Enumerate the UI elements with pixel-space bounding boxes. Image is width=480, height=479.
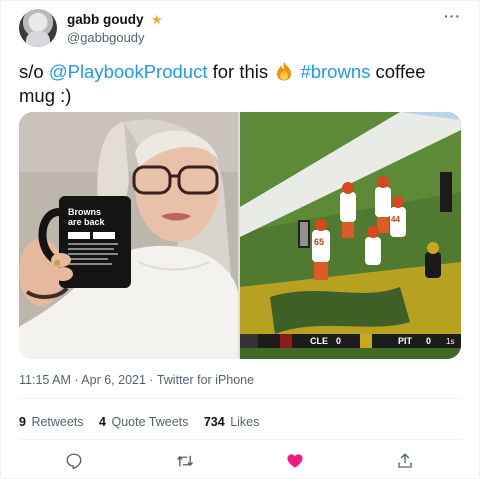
svg-text:are back: are back xyxy=(68,217,106,227)
share-button[interactable] xyxy=(391,447,419,475)
tweet-text: s/o @PlaybookProduct for this #browns co… xyxy=(19,60,464,108)
svg-text:1s: 1s xyxy=(446,337,454,346)
author-names: gabb goudy ★ @gabbgoudy xyxy=(67,11,163,46)
tweet-actions xyxy=(1,447,479,475)
retweet-button[interactable] xyxy=(171,447,199,475)
reply-button[interactable] xyxy=(60,447,88,475)
avatar[interactable] xyxy=(19,9,57,47)
display-name[interactable]: gabb goudy xyxy=(67,11,144,29)
likes-stat[interactable]: 734 Likes xyxy=(204,413,260,431)
tweet-stats: 9 Retweets 4 Quote Tweets 734 Likes xyxy=(19,413,271,431)
player-number-2: 44 xyxy=(391,215,400,224)
tweet-card: gabb goudy ★ @gabbgoudy ··· s/o @Playboo… xyxy=(0,0,480,479)
svg-text:Browns: Browns xyxy=(68,207,101,217)
photo-woman-with-mug[interactable]: Browns are back xyxy=(19,112,238,359)
svg-text:65: 65 xyxy=(314,237,324,247)
retweet-icon xyxy=(176,455,194,467)
quotes-stat[interactable]: 4 Quote Tweets xyxy=(99,413,188,431)
svg-text:PIT: PIT xyxy=(398,336,413,346)
heart-icon xyxy=(287,454,303,468)
fire-icon xyxy=(277,62,292,81)
scoreboard-score-2: 0 xyxy=(426,336,431,346)
likes-label: Likes xyxy=(230,415,260,429)
retweets-stat[interactable]: 9 Retweets xyxy=(19,413,84,431)
svg-text:0: 0 xyxy=(336,336,341,346)
tweet-text-middle: for this xyxy=(207,61,274,82)
svg-text:0: 0 xyxy=(426,336,431,346)
player-number-1: 65 xyxy=(314,237,324,247)
retweets-label: Retweets xyxy=(31,415,84,429)
svg-text:CLE: CLE xyxy=(310,336,328,346)
svg-text:44: 44 xyxy=(391,215,400,224)
scoreboard-team-2: PIT xyxy=(398,336,413,346)
media-grid: Browns are back 65 44 CLE 0 PIT 0 1s xyxy=(19,112,461,359)
quotes-count: 4 xyxy=(99,415,106,429)
mention-link[interactable]: @PlaybookProduct xyxy=(49,61,208,82)
more-options-icon[interactable]: ··· xyxy=(444,9,461,23)
quotes-label: Quote Tweets xyxy=(111,415,189,429)
share-icon xyxy=(398,453,412,468)
scoreboard-score-1: 0 xyxy=(336,336,341,346)
divider xyxy=(19,439,461,440)
hashtag-link[interactable]: #browns xyxy=(300,61,370,82)
star-icon: ★ xyxy=(150,12,163,27)
tweet-timestamp[interactable]: 11:15 AM · Apr 6, 2021 · Twitter for iPh… xyxy=(19,372,254,388)
photo-football-field[interactable]: 65 44 CLE 0 PIT 0 1s xyxy=(240,112,461,359)
user-handle[interactable]: @gabbgoudy xyxy=(67,29,163,46)
retweets-count: 9 xyxy=(19,415,26,429)
scoreboard-team-1: CLE xyxy=(310,336,328,346)
reply-icon xyxy=(66,453,82,470)
likes-count: 734 xyxy=(203,415,225,429)
mug-line-1: Browns xyxy=(68,207,101,217)
scoreboard-quarter: 1s xyxy=(446,337,454,346)
tweet-header: gabb goudy ★ @gabbgoudy ··· xyxy=(19,9,467,49)
like-button[interactable] xyxy=(281,447,309,475)
mug-line-2: are back xyxy=(68,217,106,227)
tweet-text-prefix: s/o xyxy=(19,61,49,82)
divider xyxy=(19,398,461,399)
